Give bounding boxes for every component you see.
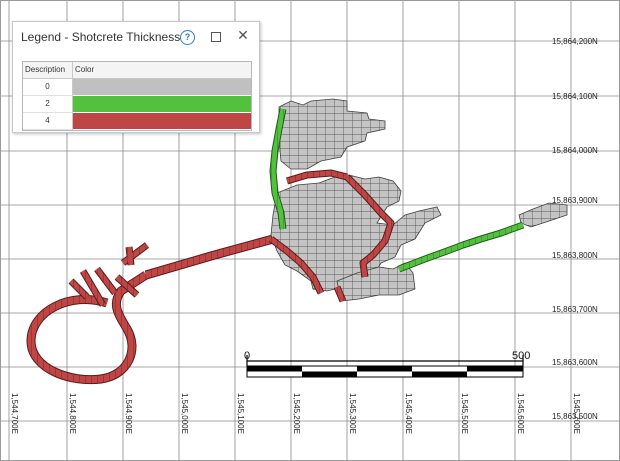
legend-table-header: Description Color xyxy=(23,62,251,79)
northing-label: 15,864,000N xyxy=(552,146,598,155)
scale-end-label: 500 xyxy=(512,350,530,362)
legend-title: Legend - Shotcrete Thickness xyxy=(21,30,181,44)
legend-table: Description Color 0 2 4 xyxy=(22,61,252,131)
legend-row[interactable]: 4 xyxy=(23,113,251,130)
easting-label: 1,545,000E xyxy=(180,393,189,434)
legend-color-swatch xyxy=(73,96,251,112)
northing-label: 15,864,200N xyxy=(552,37,598,46)
legend-color-swatch xyxy=(73,79,251,95)
scale-bar: 0 500 xyxy=(244,350,530,378)
northing-labels: 15,864,200N 15,864,100N 15,864,000N 15,8… xyxy=(552,37,598,421)
stope-blocks-0[interactable] xyxy=(270,98,568,302)
northing-label: 15,863,600N xyxy=(552,358,598,367)
easting-label: 1,544,900E xyxy=(124,393,133,434)
help-icon[interactable]: ? xyxy=(180,30,195,45)
legend-color-swatch xyxy=(73,113,251,129)
easting-label: 1,545,500E xyxy=(460,393,469,434)
maximize-icon[interactable] xyxy=(211,32,221,42)
easting-label: 1,545,600E xyxy=(516,393,525,434)
easting-label: 1,545,700E xyxy=(572,393,581,434)
legend-row[interactable]: 2 xyxy=(23,96,251,113)
column-header-description[interactable]: Description xyxy=(25,65,65,74)
northing-label: 15,863,900N xyxy=(552,196,598,205)
easting-label: 1,544,800E xyxy=(68,393,77,434)
stope-east-extension xyxy=(518,202,568,228)
stope-upper-fan xyxy=(278,98,386,170)
easting-label: 1,545,400E xyxy=(404,393,413,434)
legend-row-description: 0 xyxy=(23,79,73,96)
easting-labels: 1,544,700E 1,544,800E 1,544,900E 1,545,0… xyxy=(10,393,581,434)
legend-row[interactable]: 0 xyxy=(23,79,251,96)
legend-row-description: 2 xyxy=(23,96,73,113)
close-icon[interactable]: ✕ xyxy=(235,26,251,44)
legend-panel[interactable]: Legend - Shotcrete Thickness ? ✕ Descrip… xyxy=(12,21,260,133)
northing-label: 15,863,700N xyxy=(552,305,598,314)
legend-titlebar[interactable]: Legend - Shotcrete Thickness ? ✕ xyxy=(13,22,259,52)
easting-label: 1,545,200E xyxy=(292,393,301,434)
easting-label: 1,545,300E xyxy=(348,393,357,434)
northing-label: 15,863,800N xyxy=(552,251,598,260)
easting-label: 1,545,100E xyxy=(236,393,245,434)
column-header-color[interactable]: Color xyxy=(75,65,94,74)
easting-label: 1,544,700E xyxy=(10,393,19,434)
scale-start-label: 0 xyxy=(244,350,250,362)
legend-row-description: 4 xyxy=(23,113,73,130)
northing-label: 15,864,100N xyxy=(552,92,598,101)
